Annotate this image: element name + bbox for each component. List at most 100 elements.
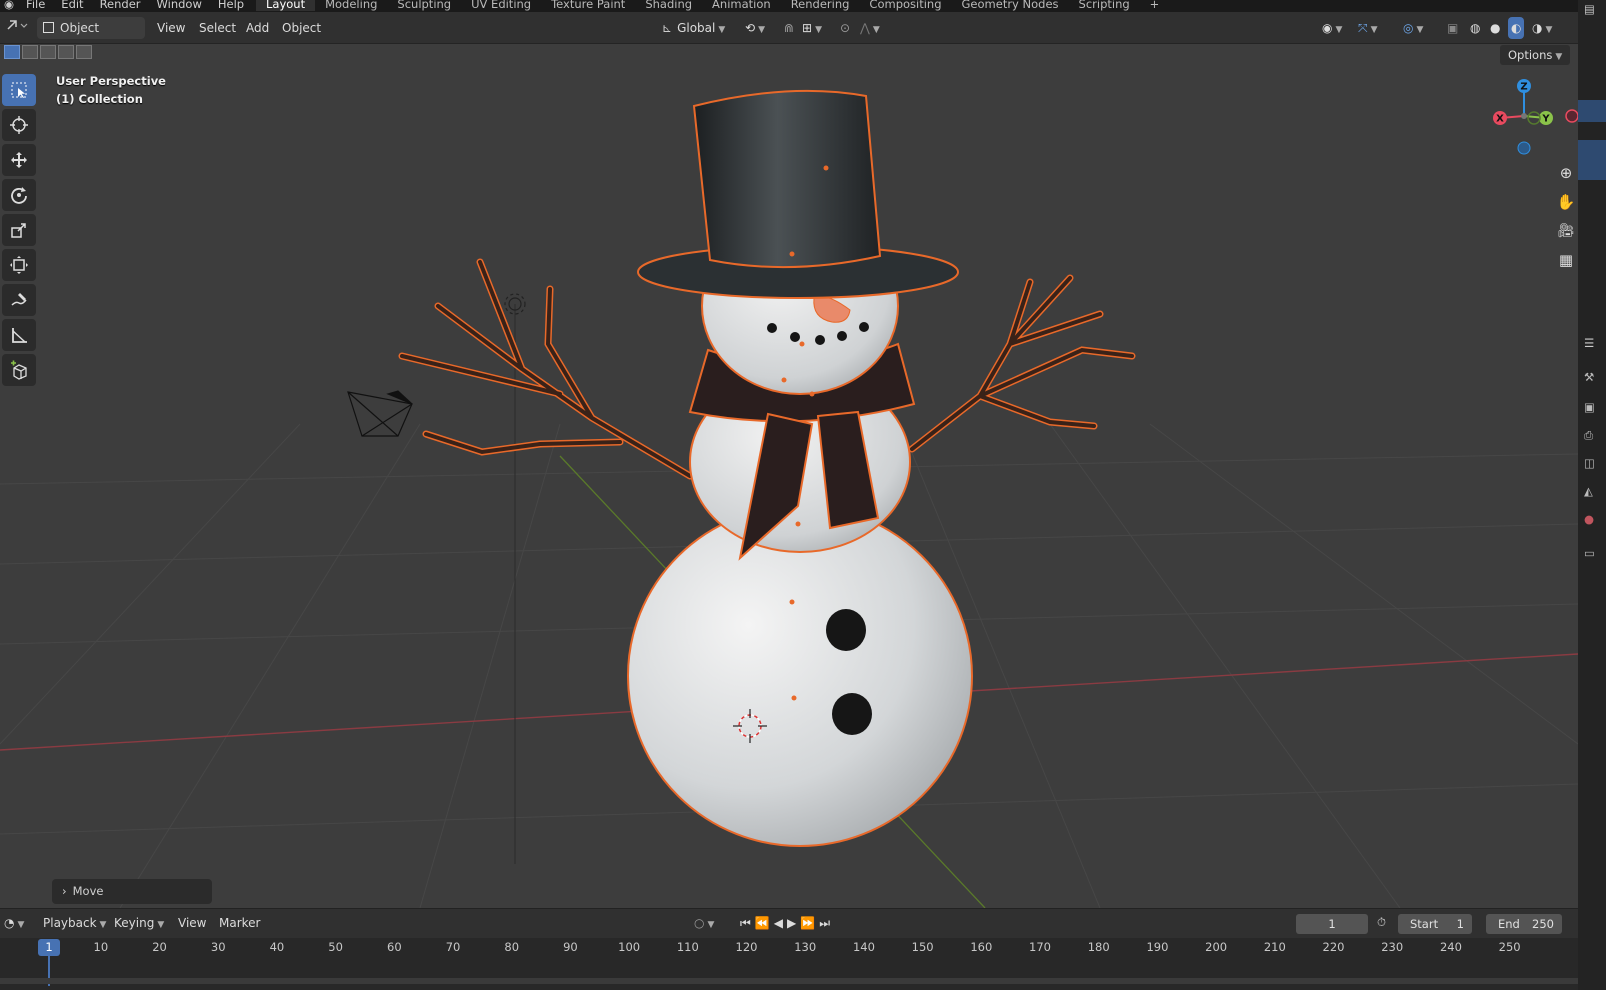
pan-button[interactable]: ✋ (1553, 189, 1579, 215)
outliner-selected-row[interactable] (1578, 140, 1606, 180)
jump-start-icon[interactable]: ⏮ (740, 916, 755, 930)
timeline-view-menu[interactable]: View (178, 912, 206, 934)
stopwatch-icon[interactable]: ⏱ (1377, 915, 1386, 930)
gizmo-toggle[interactable]: ⤧ ▼ (1358, 17, 1378, 39)
tab-texture-paint[interactable]: Texture Paint (541, 0, 635, 11)
cursor-tool[interactable] (2, 109, 36, 141)
editor-type-button[interactable] (6, 17, 28, 39)
rotate-tool[interactable] (2, 179, 36, 211)
shading-solid[interactable]: ● (1490, 17, 1500, 39)
measure-tool[interactable] (2, 319, 36, 351)
select-box-tool[interactable] (2, 74, 36, 106)
select-invert-button[interactable] (58, 45, 74, 59)
top-hat[interactable] (637, 89, 959, 299)
world-properties-icon[interactable]: ● (1584, 512, 1600, 528)
play-reverse-icon[interactable]: ◀ (774, 916, 787, 930)
tab-modeling[interactable]: Modeling (315, 0, 387, 11)
current-frame-field[interactable]: 1 (1296, 914, 1368, 934)
properties-editor-icon[interactable]: ☰ (1584, 336, 1600, 352)
visibility-dropdown[interactable]: ◉ ▼ (1322, 17, 1342, 39)
snap-target-dropdown[interactable]: ⊞ ▼ (802, 17, 822, 39)
select-new-button[interactable] (4, 45, 20, 59)
select-extend-button[interactable] (22, 45, 38, 59)
menu-object[interactable]: Object (282, 17, 321, 39)
tab-rendering[interactable]: Rendering (781, 0, 860, 11)
shading-material[interactable]: ◐ (1508, 17, 1525, 39)
view-layer-properties-icon[interactable]: ◫ (1584, 456, 1600, 472)
collection-properties-icon[interactable]: ▭ (1584, 546, 1600, 562)
grid-icon: ▦ (1558, 251, 1574, 269)
prev-keyframe-icon[interactable]: ⏪ (755, 916, 774, 930)
menu-edit[interactable]: Edit (53, 0, 91, 11)
falloff-dropdown[interactable]: ⋀ ▼ (860, 17, 880, 39)
annotate-tool[interactable] (2, 284, 36, 316)
tab-animation[interactable]: Animation (702, 0, 781, 11)
left-branch-arm[interactable] (398, 258, 694, 480)
pivot-point-dropdown[interactable]: ⟲ ▼ (745, 17, 765, 39)
shading-rendered[interactable]: ◑ ▼ (1532, 17, 1552, 39)
scene-properties-icon[interactable]: ◭ (1584, 484, 1600, 500)
add-workspace-button[interactable]: + (1140, 0, 1170, 11)
options-dropdown[interactable]: Options ▼ (1500, 45, 1571, 65)
add-cube-tool[interactable] (2, 354, 36, 386)
playback-menu[interactable]: Playback ▼ (43, 912, 106, 934)
jump-end-icon[interactable]: ⏭ (819, 916, 834, 930)
tab-shading[interactable]: Shading (635, 0, 702, 11)
orientation-dropdown[interactable]: ⊾ Global ▼ (662, 17, 725, 39)
camera-object[interactable] (347, 390, 413, 437)
menu-file[interactable]: File (18, 0, 53, 11)
end-frame-field[interactable]: End 250 (1486, 914, 1562, 934)
tool-properties-icon[interactable]: ⚒ (1584, 370, 1600, 386)
menu-add[interactable]: Add (246, 17, 269, 39)
next-keyframe-icon[interactable]: ⏩ (800, 916, 819, 930)
marker-menu[interactable]: Marker (219, 912, 260, 934)
last-operator-panel[interactable]: › Move (52, 879, 212, 904)
menu-view[interactable]: View (157, 17, 185, 39)
transform-tool[interactable] (2, 249, 36, 281)
scenes-icon[interactable]: ▤ (1584, 2, 1600, 18)
mode-dropdown[interactable]: Object Mode▼ (37, 17, 145, 57)
playhead-frame[interactable]: 1 (38, 939, 60, 956)
blender-logo-icon[interactable]: ◉ (0, 0, 18, 11)
tab-geometry-nodes[interactable]: Geometry Nodes (952, 0, 1069, 11)
right-branch-arm[interactable] (908, 274, 1136, 453)
chevron-down-icon: ▼ (718, 25, 726, 35)
tab-uv-editing[interactable]: UV Editing (461, 0, 541, 11)
move-tool[interactable] (2, 144, 36, 176)
auto-keying-toggle[interactable]: ○ ▼ (694, 912, 714, 934)
outliner-selected-row[interactable] (1578, 100, 1606, 122)
tab-sculpting[interactable]: Sculpting (387, 0, 461, 11)
toggle-ortho-button[interactable]: ▦ (1553, 247, 1579, 273)
zoom-button[interactable]: ⊕ (1553, 160, 1579, 186)
menu-select[interactable]: Select (199, 17, 236, 39)
3d-viewport[interactable]: User Perspective (1) Collection (0, 44, 1578, 908)
start-label: Start (1410, 917, 1439, 931)
keying-menu[interactable]: Keying ▼ (114, 912, 164, 934)
tab-scripting[interactable]: Scripting (1069, 0, 1140, 11)
select-subtract-button[interactable] (40, 45, 56, 59)
output-properties-icon[interactable]: ⎙ (1584, 428, 1600, 444)
start-frame-field[interactable]: Start 1 (1398, 914, 1472, 934)
select-intersect-button[interactable] (76, 45, 92, 59)
camera-view-button[interactable]: 🎥︎ (1553, 218, 1579, 244)
timeline-tick-label: 160 (970, 940, 993, 954)
tab-layout[interactable]: Layout (256, 0, 316, 11)
timeline-editor-type[interactable]: ◔ ▼ (4, 912, 24, 934)
xray-toggle[interactable]: ▣ (1447, 17, 1458, 39)
render-properties-icon[interactable]: ▣ (1584, 400, 1600, 416)
menu-help[interactable]: Help (210, 0, 252, 11)
overlays-toggle[interactable]: ◎ ▼ (1403, 17, 1423, 39)
bottom-snowball[interactable] (627, 505, 973, 847)
play-icon[interactable]: ▶ (787, 916, 800, 930)
tab-compositing[interactable]: Compositing (859, 0, 951, 11)
proportional-edit-toggle[interactable]: ⊙ (840, 17, 850, 39)
end-value: 250 (1532, 917, 1554, 931)
timeline-scrollbar[interactable] (0, 978, 1578, 984)
menu-render[interactable]: Render (92, 0, 149, 11)
snap-toggle[interactable]: ⋒ (784, 17, 794, 39)
scale-tool[interactable] (2, 214, 36, 246)
navigation-gizmo[interactable]: Z Y X (1490, 78, 1580, 168)
menu-window[interactable]: Window (149, 0, 210, 11)
shading-wireframe[interactable]: ◍ (1470, 17, 1480, 39)
scene-canvas[interactable] (0, 44, 1578, 908)
